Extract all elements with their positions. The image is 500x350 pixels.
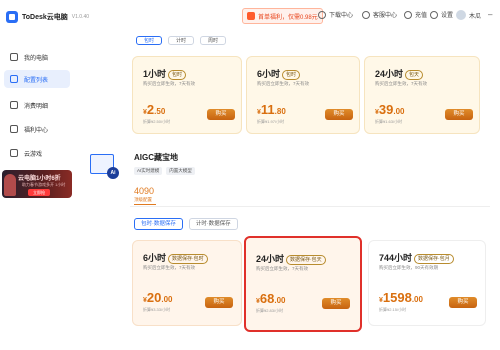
aigc-plan-options: 包时·数据保存 计时·数据保存 <box>134 218 244 230</box>
service-label: 客服中心 <box>373 13 398 19</box>
plan-unit-price: 折算¥2.50/小时 <box>143 119 171 124</box>
username: 木瓜 <box>469 13 482 20</box>
gpu-model[interactable]: 4090 <box>134 186 154 196</box>
plan-card-1h[interactable]: 1小时 包时 购买后立即生效，7天有效 ¥2.50 折算¥2.50/小时 购买 <box>132 56 242 134</box>
aigc-plan-card-24h[interactable]: 24小时 数据保存·包天 购买后立即生效，7天有效 ¥68.00 折算¥2.83/… <box>244 236 362 332</box>
plan-unit-price: 折算¥1.63/小时 <box>375 119 403 124</box>
sidebar: 我的电脑 配置列表 消费明细 福利中心 云游戏 云电脑1小时6折 助力春节游戏多… <box>0 34 76 350</box>
sidebar-promo-banner[interactable]: 云电脑1小时6折 助力春节游戏多开 1小时 立即抢 <box>2 170 72 198</box>
buy-button[interactable]: 购买 <box>449 297 477 308</box>
plan-desc: 购买后立即生效，7天有效 <box>375 81 428 86</box>
sidebar-item-label: 我的电脑 <box>24 55 49 62</box>
title-bar: ToDesk云电脑 V1.0.40 首单福利，仅需0.98元 下载中心 客服中心… <box>0 0 500 34</box>
minimize-icon[interactable]: – <box>488 10 492 19</box>
plan-title: 744小时 数据保存·包月 <box>379 251 454 264</box>
recharge-button[interactable]: 充值 <box>404 10 427 19</box>
buy-button[interactable]: 购买 <box>325 109 353 120</box>
aigc-plan-card-744h[interactable]: 744小时 数据保存·包月 购买后立即生效，90天有效期 ¥1598.00 折算¥… <box>368 240 486 326</box>
sidebar-item-label: 云游戏 <box>24 151 43 158</box>
sidebar-item-cloud-game[interactable]: 云游戏 <box>4 144 70 162</box>
sidebar-item-label: 配置列表 <box>24 77 49 84</box>
feature-tag: AI实时建模 <box>134 167 163 175</box>
receipt-icon <box>10 101 18 109</box>
sidebar-item-label: 福利中心 <box>24 127 49 134</box>
plan-title: 6小时 包时 <box>257 67 301 80</box>
tab-weekly[interactable]: 周时 <box>200 36 227 45</box>
plan-title: 6小时 数据保存·包时 <box>143 251 208 264</box>
tab-hourly-package[interactable]: 包时 <box>136 36 163 45</box>
settings-label: 设置 <box>441 13 454 19</box>
feature-tag: 内置大模型 <box>166 167 195 175</box>
gear-icon <box>430 10 438 19</box>
plan-price: ¥39.00 <box>375 102 405 117</box>
banner-title: 云电脑1小时6折 <box>18 176 61 182</box>
recharge-label: 充值 <box>415 13 428 19</box>
list-icon <box>10 75 18 83</box>
app-title: ToDesk云电脑 <box>22 14 68 21</box>
gift-icon <box>247 12 255 20</box>
download-label: 下载中心 <box>329 13 354 19</box>
buy-button[interactable]: 购买 <box>322 298 350 309</box>
plan-unit-price: 折算¥3.33/小时 <box>143 307 171 312</box>
plan-desc: 购买后立即生效，7天有效 <box>143 81 196 86</box>
sidebar-item-config-list[interactable]: 配置列表 <box>4 70 70 88</box>
gamepad-icon <box>10 149 18 157</box>
sidebar-item-label: 消费明细 <box>24 103 49 110</box>
aigc-plan-card-6h[interactable]: 6小时 数据保存·包时 购买后立即生效，7天有效 ¥20.00 折算¥3.33/小… <box>132 240 242 326</box>
divider <box>130 206 490 207</box>
tab-hourly-data-save[interactable]: 包时·数据保存 <box>134 218 183 230</box>
buy-button[interactable]: 购买 <box>205 297 233 308</box>
plan-desc: 购买后立即生效，90天有效期 <box>379 265 439 270</box>
plan-desc: 购买后立即生效，7天有效 <box>257 81 310 86</box>
plan-card-6h[interactable]: 6小时 包时 购买后立即生效，7天有效 ¥11.80 折算¥1.97/小时 购买 <box>246 56 360 134</box>
plan-title: 1小时 包时 <box>143 67 187 80</box>
tab-metered-data-save[interactable]: 计时·数据保存 <box>188 218 238 230</box>
top-plan-tabs: 包时 计时 周时 <box>136 36 232 45</box>
plan-unit-price: 折算¥2.83/小时 <box>256 308 284 313</box>
character-illustration-icon <box>4 174 16 196</box>
banner-subtitle: 助力春节游戏多开 1小时 <box>22 182 66 187</box>
promo-text: 首单福利，仅需0.98元 <box>258 14 318 21</box>
buy-button[interactable]: 购买 <box>445 109 473 120</box>
plan-desc: 购买后立即生效，7天有效 <box>143 265 196 270</box>
wallet-icon <box>404 10 412 19</box>
plan-title: 24小时 包天 <box>375 67 424 80</box>
headset-icon <box>362 10 370 19</box>
plan-unit-price: 折算¥1.97/小时 <box>257 119 285 124</box>
plan-price: ¥11.80 <box>257 102 286 117</box>
avatar <box>456 10 466 20</box>
sidebar-item-my-computer[interactable]: 我的电脑 <box>4 48 70 66</box>
plan-price: ¥1598.00 <box>379 290 423 305</box>
banner-cta-button[interactable]: 立即抢 <box>28 189 50 196</box>
service-center-button[interactable]: 客服中心 <box>362 10 397 19</box>
section-title: AIGC藏宝地 <box>134 153 178 162</box>
promo-banner[interactable]: 首单福利，仅需0.98元 <box>242 8 323 24</box>
gpu-model-sub: 顶级配置 <box>134 197 152 202</box>
settings-button[interactable]: 设置 <box>430 10 453 19</box>
active-underline <box>134 204 156 205</box>
todesk-logo-icon <box>6 11 18 23</box>
download-icon <box>318 10 326 19</box>
plan-unit-price: 折算¥2.15/小时 <box>379 307 407 312</box>
sidebar-item-consumption[interactable]: 消费明细 <box>4 96 70 114</box>
plan-title: 24小时 数据保存·包天 <box>256 252 326 265</box>
app-version: V1.0.40 <box>71 14 90 20</box>
monitor-ai-icon: Ai <box>90 154 119 179</box>
main-content: 包时 计时 周时 1小时 包时 购买后立即生效，7天有效 ¥2.50 折算¥2.5… <box>90 34 500 350</box>
ai-badge-icon: Ai <box>107 167 119 179</box>
plan-price: ¥20.00 <box>143 290 173 305</box>
plan-price: ¥68.00 <box>256 291 286 306</box>
monitor-icon <box>10 53 18 61</box>
plan-card-24h[interactable]: 24小时 包天 购买后立即生效，7天有效 ¥39.00 折算¥1.63/小时 购买 <box>364 56 480 134</box>
sidebar-item-welfare[interactable]: 福利中心 <box>4 120 70 138</box>
buy-button[interactable]: 购买 <box>207 109 235 120</box>
user-menu[interactable]: 木瓜 <box>456 10 481 20</box>
plan-price: ¥2.50 <box>143 102 166 117</box>
section-tags: AI实时建模 内置大模型 <box>134 167 199 175</box>
tab-metered[interactable]: 计时 <box>168 36 195 45</box>
plan-desc: 购买后立即生效，7天有效 <box>256 266 309 271</box>
gift-box-icon <box>10 125 18 133</box>
brand: ToDesk云电脑 V1.0.40 <box>6 11 89 23</box>
download-center-button[interactable]: 下载中心 <box>318 10 353 19</box>
